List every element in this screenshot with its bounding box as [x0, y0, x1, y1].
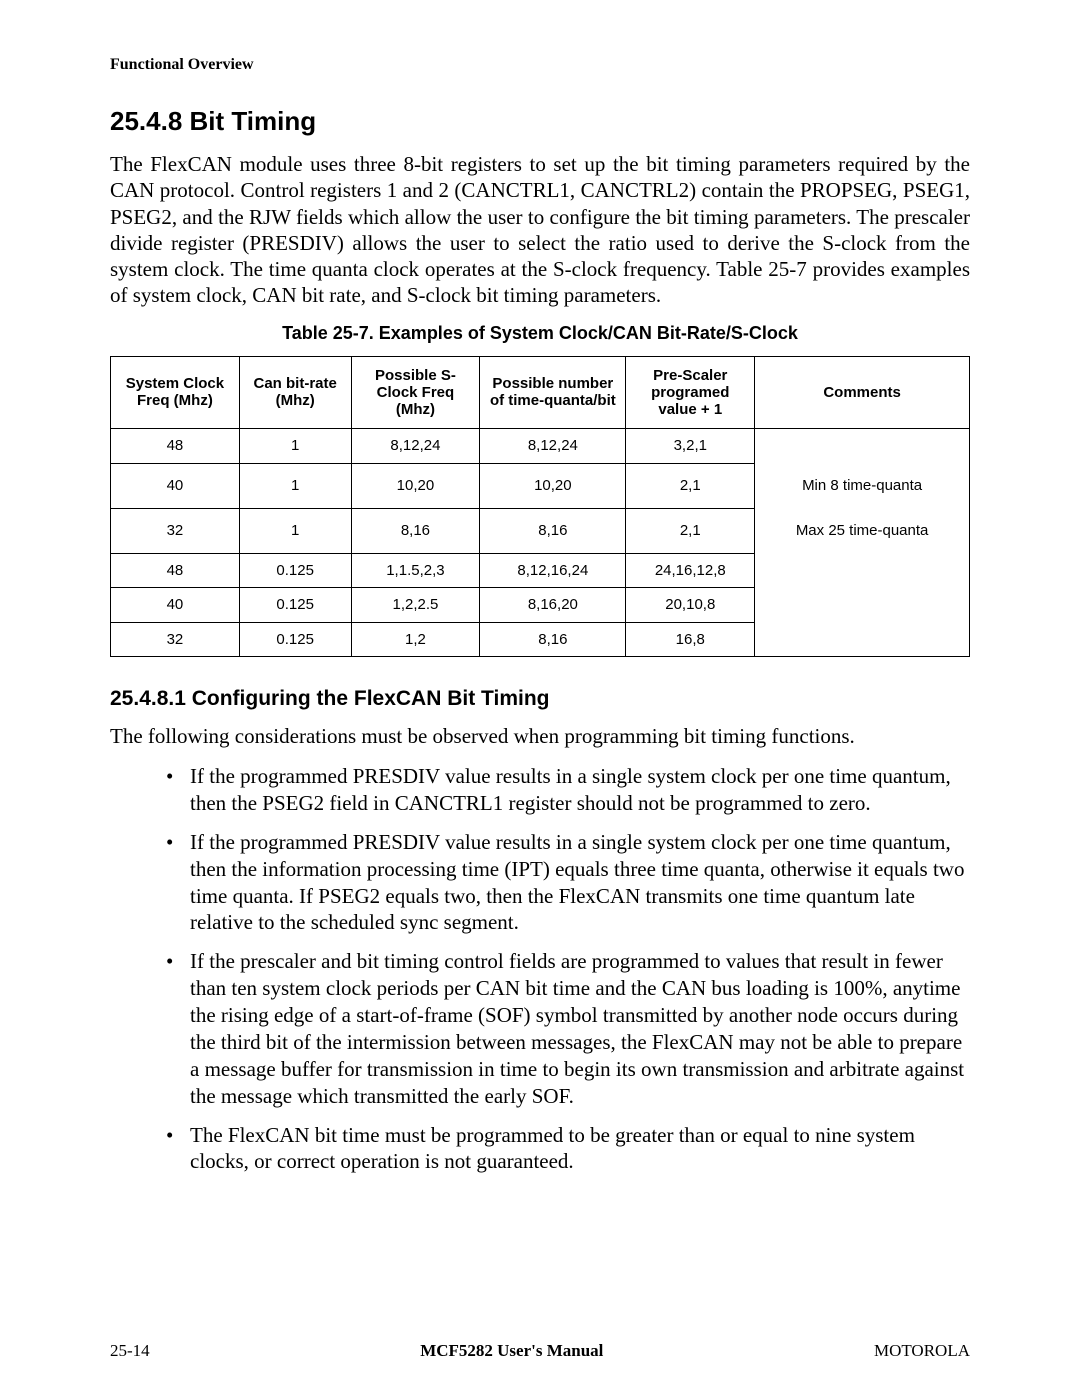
list-item: The FlexCAN bit time must be programmed …	[166, 1122, 970, 1176]
running-head: Functional Overview	[110, 56, 970, 74]
list-item: If the programmed PRESDIV value results …	[166, 829, 970, 937]
cell-comments: Min 8 time-quanta	[755, 463, 970, 508]
subsection-heading: 25.4.8.1 Configuring the FlexCAN Bit Tim…	[110, 687, 970, 711]
cell-comments	[755, 588, 970, 622]
footer-brand: MOTOROLA	[874, 1341, 970, 1361]
cell: 1,2	[351, 622, 480, 656]
page: Functional Overview 25.4.8 Bit Timing Th…	[0, 0, 1080, 1397]
cell: 40	[111, 463, 240, 508]
table-row: 48 1 8,12,24 8,12,24 3,2,1	[111, 429, 970, 463]
cell-comments	[755, 554, 970, 588]
cell: 1	[239, 463, 351, 508]
cell-comments: Max 25 time-quanta	[755, 508, 970, 553]
th-prescaler: Pre-Scaler programed value + 1	[626, 356, 755, 429]
table-caption: Table 25-7. Examples of System Clock/CAN…	[110, 323, 970, 344]
intro-paragraph: The FlexCAN module uses three 8-bit regi…	[110, 151, 970, 309]
cell-comments	[755, 622, 970, 656]
subsection-intro: The following considerations must be obs…	[110, 723, 970, 749]
table-row: 32 0.125 1,2 8,16 16,8	[111, 622, 970, 656]
th-quanta: Possible number of time-quanta/bit	[480, 356, 626, 429]
comment-max: Max 25 time-quanta	[761, 522, 963, 539]
footer: 25-14 MCF5282 User's Manual MOTOROLA	[110, 1341, 970, 1361]
cell: 48	[111, 429, 240, 463]
cell: 3,2,1	[626, 429, 755, 463]
cell: 20,10,8	[626, 588, 755, 622]
cell: 2,1	[626, 463, 755, 508]
cell-comments	[755, 429, 970, 463]
table-row: 40 1 10,20 10,20 2,1 Min 8 time-quanta	[111, 463, 970, 508]
cell: 8,12,24	[351, 429, 480, 463]
cell: 0.125	[239, 622, 351, 656]
list-item: If the prescaler and bit timing control …	[166, 948, 970, 1109]
table-header-row: System Clock Freq (Mhz) Can bit-rate (Mh…	[111, 356, 970, 429]
cell: 10,20	[480, 463, 626, 508]
cell: 1,1.5,2,3	[351, 554, 480, 588]
cell: 1	[239, 429, 351, 463]
th-bit-rate: Can bit-rate (Mhz)	[239, 356, 351, 429]
cell: 8,16	[480, 622, 626, 656]
cell: 8,12,24	[480, 429, 626, 463]
th-comments: Comments	[755, 356, 970, 429]
cell: 8,12,16,24	[480, 554, 626, 588]
list-item: If the programmed PRESDIV value results …	[166, 763, 970, 817]
cell: 8,16	[480, 508, 626, 553]
cell: 40	[111, 588, 240, 622]
cell: 0.125	[239, 554, 351, 588]
comment-min: Min 8 time-quanta	[761, 477, 963, 494]
cell: 32	[111, 508, 240, 553]
cell: 24,16,12,8	[626, 554, 755, 588]
cell: 1	[239, 508, 351, 553]
table-row: 48 0.125 1,1.5,2,3 8,12,16,24 24,16,12,8	[111, 554, 970, 588]
th-system-clock: System Clock Freq (Mhz)	[111, 356, 240, 429]
bit-timing-table: System Clock Freq (Mhz) Can bit-rate (Mh…	[110, 356, 970, 657]
section-heading: 25.4.8 Bit Timing	[110, 106, 970, 137]
cell: 16,8	[626, 622, 755, 656]
table-row: 40 0.125 1,2,2.5 8,16,20 20,10,8	[111, 588, 970, 622]
table-row: 32 1 8,16 8,16 2,1 Max 25 time-quanta	[111, 508, 970, 553]
footer-doc-title: MCF5282 User's Manual	[420, 1341, 603, 1361]
footer-page-number: 25-14	[110, 1341, 150, 1361]
cell: 32	[111, 622, 240, 656]
cell: 8,16,20	[480, 588, 626, 622]
cell: 2,1	[626, 508, 755, 553]
th-sclock: Possible S-Clock Freq (Mhz)	[351, 356, 480, 429]
bullet-list: If the programmed PRESDIV value results …	[110, 763, 970, 1175]
cell: 0.125	[239, 588, 351, 622]
cell: 48	[111, 554, 240, 588]
cell: 10,20	[351, 463, 480, 508]
cell: 1,2,2.5	[351, 588, 480, 622]
cell: 8,16	[351, 508, 480, 553]
